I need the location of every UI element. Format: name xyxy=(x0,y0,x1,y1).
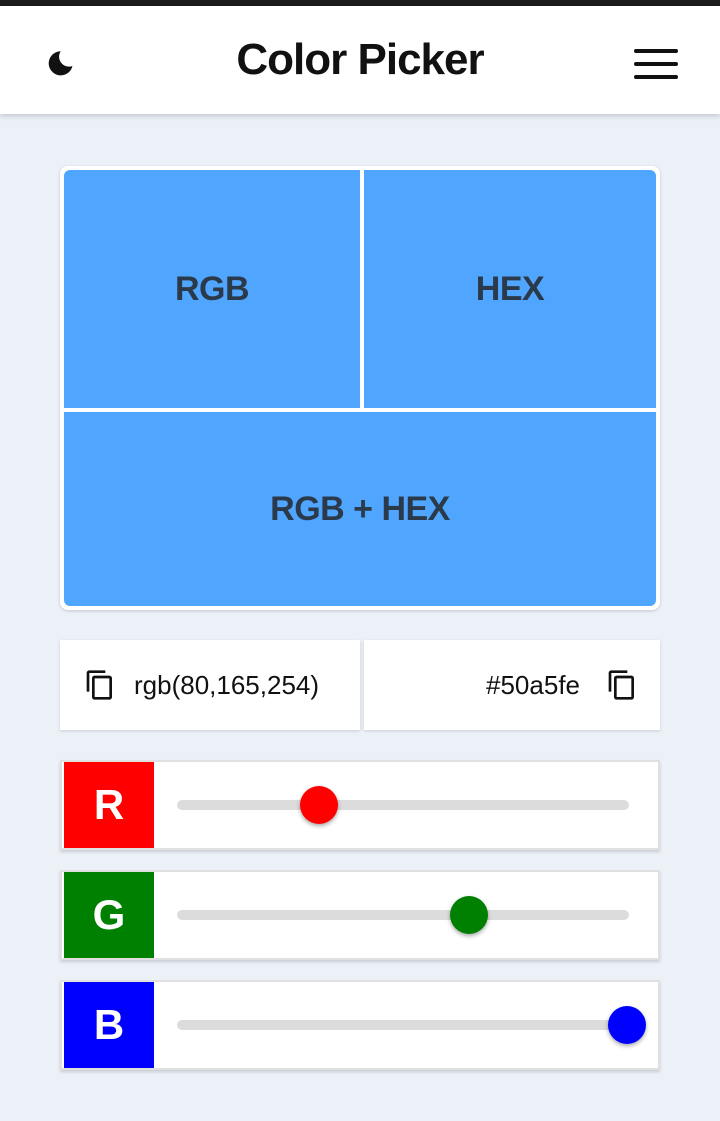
rgb-value-box: rgb(80,165,254) xyxy=(60,640,360,730)
menu-icon-bar xyxy=(634,49,678,53)
red-slider-card: R xyxy=(60,760,660,850)
red-slider-thumb[interactable] xyxy=(299,786,338,824)
color-values: rgb(80,165,254) #50a5fe xyxy=(60,640,660,730)
hex-preview-cell[interactable]: HEX xyxy=(364,170,656,408)
rgb-value-text: rgb(80,165,254) xyxy=(134,669,320,700)
color-preview-grid: RGB HEX RGB + HEX xyxy=(60,166,660,610)
rgb-hex-preview-cell[interactable]: RGB + HEX xyxy=(64,412,656,606)
green-label: G xyxy=(64,872,154,958)
menu-button[interactable] xyxy=(628,40,684,88)
hex-value-text: #50a5fe xyxy=(486,669,580,700)
moon-icon xyxy=(48,51,73,76)
hex-value-box: #50a5fe xyxy=(364,640,660,730)
dark-mode-toggle[interactable] xyxy=(36,40,84,88)
green-slider-track[interactable] xyxy=(177,896,629,934)
copy-rgb-button[interactable] xyxy=(82,667,118,703)
page-title: Color Picker xyxy=(236,35,484,84)
green-slider-thumb[interactable] xyxy=(450,896,489,934)
copy-hex-button[interactable] xyxy=(604,667,640,703)
blue-slider-thumb[interactable] xyxy=(608,1006,647,1044)
menu-icon-bar xyxy=(634,75,678,79)
app-bar: Color Picker xyxy=(0,6,720,114)
blue-label: B xyxy=(64,982,154,1068)
rgb-preview-cell[interactable]: RGB xyxy=(64,170,360,408)
copy-icon xyxy=(86,670,112,700)
red-slider-track[interactable] xyxy=(177,786,629,824)
blue-slider-track[interactable] xyxy=(177,1006,647,1044)
menu-icon-bar xyxy=(634,62,678,66)
copy-icon xyxy=(608,670,634,700)
red-label: R xyxy=(64,762,154,848)
blue-slider-card: B xyxy=(60,980,660,1070)
green-slider-card: G xyxy=(60,870,660,960)
